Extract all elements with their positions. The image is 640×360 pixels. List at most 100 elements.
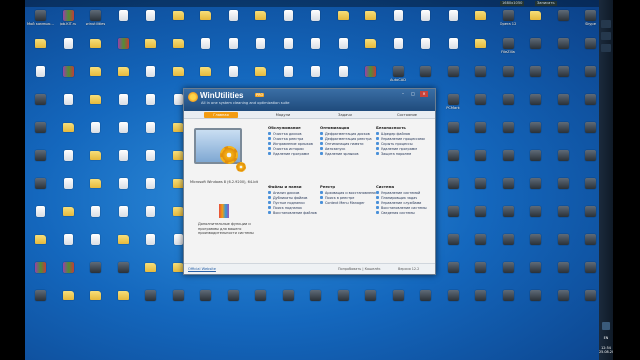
desktop-icon[interactable] bbox=[137, 204, 164, 231]
official-website-link[interactable]: Official Website bbox=[188, 267, 216, 271]
desktop-icon[interactable] bbox=[467, 92, 494, 119]
desktop-icon[interactable] bbox=[137, 120, 164, 147]
desktop-icon[interactable] bbox=[495, 176, 522, 203]
module-link[interactable]: Дефрагментация дисков bbox=[320, 131, 376, 136]
module-link[interactable]: Удаление ярлыков bbox=[320, 151, 376, 156]
desktop-icon[interactable] bbox=[137, 176, 164, 203]
desktop-icon[interactable] bbox=[275, 64, 302, 91]
desktop-icon[interactable] bbox=[82, 232, 109, 259]
desktop-icon[interactable]: FileZilla bbox=[495, 36, 522, 63]
desktop-icon[interactable] bbox=[27, 148, 54, 175]
desktop-icon[interactable] bbox=[110, 176, 137, 203]
desktop-icon[interactable] bbox=[467, 64, 494, 91]
desktop-icon[interactable] bbox=[110, 288, 137, 315]
desktop-icon[interactable] bbox=[467, 204, 494, 231]
desktop-icon[interactable] bbox=[27, 204, 54, 231]
desktop-icon[interactable] bbox=[467, 120, 494, 147]
desktop-icon[interactable] bbox=[55, 288, 82, 315]
desktop-icon[interactable] bbox=[27, 232, 54, 259]
desktop-icon[interactable] bbox=[220, 36, 247, 63]
tab-status[interactable]: Состояние bbox=[390, 112, 424, 118]
desktop-icon[interactable] bbox=[550, 64, 577, 91]
desktop-icon[interactable] bbox=[137, 232, 164, 259]
module-link[interactable]: Context Menu Manager bbox=[320, 200, 376, 205]
desktop-icon[interactable] bbox=[82, 148, 109, 175]
desktop-icon[interactable] bbox=[82, 92, 109, 119]
desktop-icon[interactable] bbox=[522, 92, 549, 119]
desktop-icon[interactable] bbox=[192, 64, 219, 91]
desktop-icon[interactable] bbox=[357, 36, 384, 63]
desktop-icon[interactable] bbox=[467, 260, 494, 287]
desktop-icon[interactable] bbox=[275, 36, 302, 63]
desktop-icon[interactable] bbox=[137, 148, 164, 175]
desktop-icon[interactable] bbox=[275, 8, 302, 35]
module-link[interactable]: Восстановление системы bbox=[376, 205, 432, 210]
desktop-icon[interactable] bbox=[440, 260, 467, 287]
desktop-icon[interactable] bbox=[82, 176, 109, 203]
desktop-icon[interactable] bbox=[522, 204, 549, 231]
desktop-icon[interactable] bbox=[110, 120, 137, 147]
minimize-button[interactable]: – bbox=[399, 91, 407, 97]
desktop-icon[interactable] bbox=[27, 288, 54, 315]
desktop-icon[interactable] bbox=[247, 288, 274, 315]
recorder-record[interactable]: Записать bbox=[535, 1, 557, 6]
desktop-icon[interactable] bbox=[440, 204, 467, 231]
desktop-icon[interactable] bbox=[385, 288, 412, 315]
desktop-icon[interactable] bbox=[137, 64, 164, 91]
desktop-icon[interactable] bbox=[495, 288, 522, 315]
desktop-icon[interactable] bbox=[495, 148, 522, 175]
desktop-icon[interactable] bbox=[522, 288, 549, 315]
desktop-icon[interactable] bbox=[110, 260, 137, 287]
tray-icon[interactable] bbox=[602, 322, 610, 330]
desktop-icon[interactable] bbox=[55, 92, 82, 119]
desktop-icon[interactable] bbox=[55, 176, 82, 203]
desktop-icon[interactable] bbox=[522, 232, 549, 259]
desktop-icon[interactable] bbox=[27, 64, 54, 91]
desktop-icon[interactable] bbox=[522, 176, 549, 203]
desktop-icon[interactable] bbox=[27, 260, 54, 287]
desktop-icon[interactable] bbox=[137, 92, 164, 119]
desktop-icon[interactable] bbox=[302, 8, 329, 35]
desktop-icon[interactable] bbox=[330, 288, 357, 315]
desktop-icon[interactable] bbox=[495, 120, 522, 147]
desktop-icon[interactable] bbox=[550, 288, 577, 315]
desktop-icon[interactable] bbox=[247, 8, 274, 35]
desktop-icon[interactable] bbox=[110, 204, 137, 231]
tab-tasks[interactable]: Задачи bbox=[328, 112, 362, 118]
desktop-icon[interactable] bbox=[550, 92, 577, 119]
desktop-icon[interactable] bbox=[412, 8, 439, 35]
desktop-icon[interactable] bbox=[550, 148, 577, 175]
desktop-icon[interactable] bbox=[550, 204, 577, 231]
desktop-icon[interactable] bbox=[220, 8, 247, 35]
taskbar-clock[interactable]: 12:54 25.08.2015 bbox=[599, 346, 613, 354]
module-link[interactable]: Дефрагментация реестра bbox=[320, 136, 376, 141]
desktop-icon[interactable] bbox=[522, 36, 549, 63]
desktop-icon[interactable] bbox=[495, 204, 522, 231]
footer-actions[interactable]: Попробовать | Кошелёк bbox=[338, 267, 381, 271]
desktop-icon[interactable] bbox=[385, 8, 412, 35]
desktop-icon[interactable] bbox=[495, 260, 522, 287]
desktop-icon[interactable] bbox=[220, 64, 247, 91]
desktop-icon[interactable] bbox=[27, 92, 54, 119]
desktop-icon[interactable] bbox=[110, 232, 137, 259]
desktop-icon[interactable] bbox=[275, 288, 302, 315]
desktop-icon[interactable] bbox=[192, 8, 219, 35]
desktop-icon[interactable] bbox=[82, 120, 109, 147]
taskbar-button[interactable] bbox=[601, 44, 611, 52]
desktop-icon[interactable] bbox=[137, 288, 164, 315]
desktop-icon[interactable] bbox=[82, 204, 109, 231]
desktop-icon[interactable] bbox=[55, 204, 82, 231]
desktop-icon[interactable] bbox=[82, 260, 109, 287]
desktop-icon[interactable] bbox=[550, 36, 577, 63]
desktop-icon[interactable] bbox=[302, 36, 329, 63]
desktop-icon[interactable] bbox=[440, 232, 467, 259]
desktop-icon[interactable] bbox=[27, 36, 54, 63]
desktop-icon[interactable] bbox=[27, 120, 54, 147]
desktop-icon[interactable] bbox=[357, 64, 384, 91]
desktop-icon[interactable] bbox=[522, 148, 549, 175]
desktop-icon[interactable] bbox=[247, 36, 274, 63]
desktop-icon[interactable] bbox=[412, 36, 439, 63]
module-link[interactable]: Удаление программ bbox=[268, 151, 324, 156]
desktop-icon[interactable] bbox=[412, 64, 439, 91]
desktop-icon[interactable] bbox=[495, 232, 522, 259]
